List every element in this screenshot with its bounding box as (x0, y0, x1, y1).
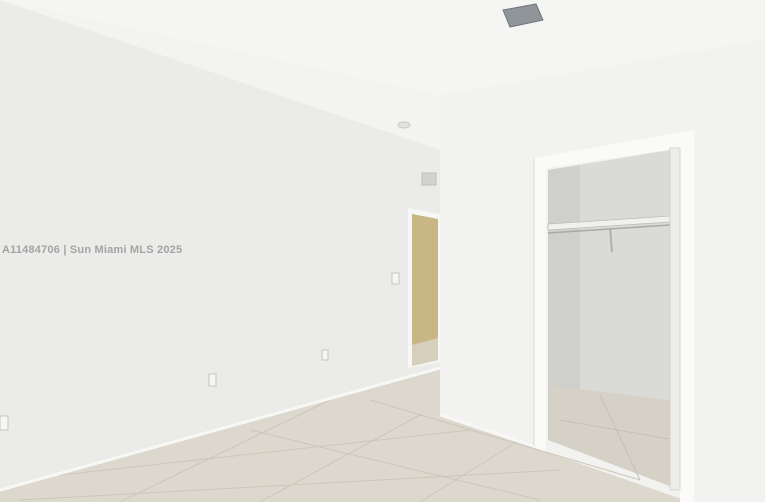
light-switch (391, 272, 400, 285)
outlet-2 (208, 373, 217, 387)
listing-watermark: A11484706 | Sun Miami MLS 2025 (2, 244, 183, 256)
outlet-1 (321, 349, 329, 361)
closet-door-edge (669, 147, 681, 491)
outlet-3 (0, 415, 9, 431)
room-photo: A11484706 | Sun Miami MLS 2025 (0, 0, 765, 502)
smoke-detector (397, 121, 411, 129)
wall-vent (421, 172, 437, 186)
closet-side-wall (548, 165, 580, 392)
